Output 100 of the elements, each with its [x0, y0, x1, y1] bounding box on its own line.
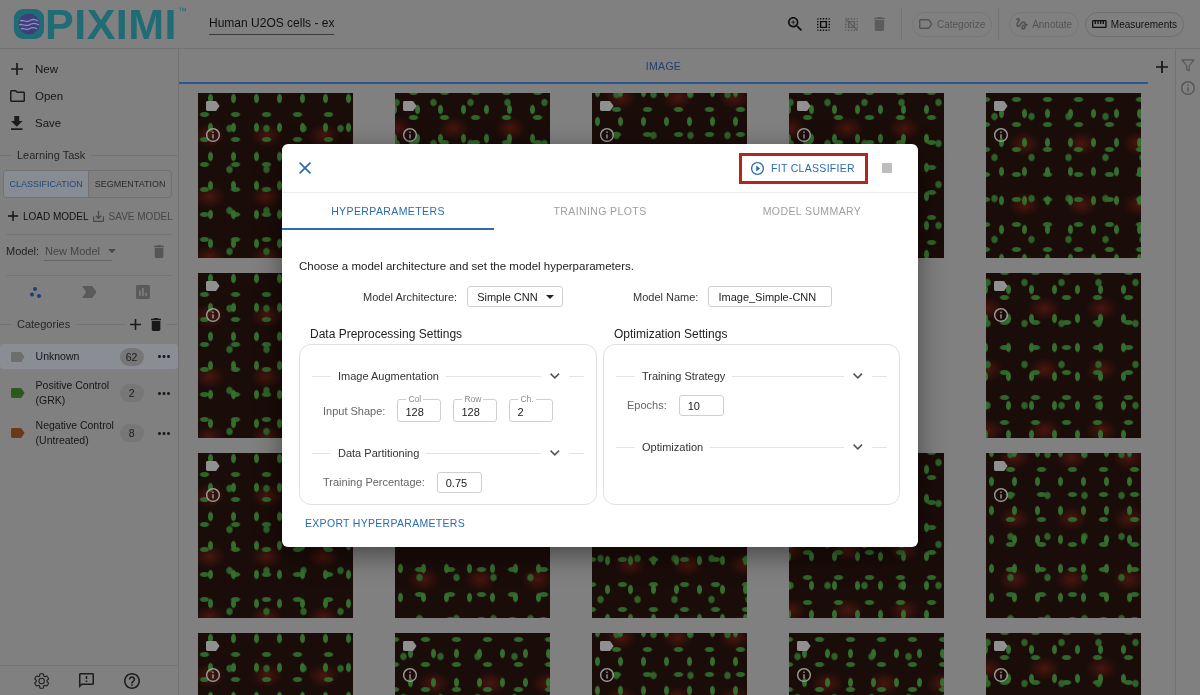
menu-item[interactable]: Open — [0, 82, 178, 109]
settings-icon — [34, 672, 50, 689]
chevron-down-icon — [853, 444, 863, 450]
dialog-tab[interactable]: TRAINING PLOTS — [494, 193, 706, 230]
section-title: Image Augmentation — [338, 370, 439, 382]
export-hyperparameters-link[interactable]: EXPORT HYPERPARAMETERS — [303, 513, 468, 533]
section-title: Training Strategy — [642, 370, 726, 382]
more-button[interactable] — [156, 389, 172, 397]
feedback-button[interactable] — [77, 671, 97, 690]
chevron-down-icon — [853, 373, 863, 379]
add-category-button[interactable] — [127, 316, 143, 332]
image-tab[interactable]: IMAGE — [179, 49, 1148, 84]
bar-chart-icon — [136, 285, 150, 299]
info-icon[interactable] — [206, 668, 220, 682]
help-button[interactable] — [122, 670, 143, 691]
info-icon[interactable] — [403, 668, 417, 682]
feedback-icon — [79, 673, 95, 688]
tag-icon — [994, 461, 1008, 471]
caret-icon — [108, 248, 117, 253]
expand-button[interactable] — [851, 442, 865, 452]
select-all-icon — [816, 17, 830, 31]
image-thumbnail[interactable] — [986, 93, 1141, 258]
task-toggle-button[interactable]: CLASSIFICATION — [4, 171, 89, 197]
dialog-tab[interactable]: HYPERPARAMETERS — [282, 193, 494, 230]
section-label: Learning Task — [16, 149, 87, 161]
info-icon[interactable] — [994, 308, 1008, 322]
delete-icon — [153, 244, 164, 258]
architecture-select[interactable]: Simple CNN — [467, 286, 563, 307]
expand-button[interactable] — [851, 371, 865, 381]
category-item[interactable]: Unknown 62 — [0, 344, 178, 369]
section-title: Optimization — [642, 441, 704, 453]
number-input-field[interactable]: Row 128 — [453, 395, 498, 422]
info-icon[interactable] — [206, 488, 220, 502]
settings-heading: Optimization Settings — [613, 327, 729, 341]
tag-icon — [206, 101, 220, 111]
number-input-field[interactable]: 10 — [678, 395, 724, 416]
info-icon[interactable] — [994, 128, 1008, 142]
task-toggle-button[interactable]: SEGMENTATION — [88, 171, 171, 197]
tag-icon — [797, 641, 811, 651]
number-input-field[interactable]: 0.75 — [436, 472, 482, 493]
logo-icon — [14, 9, 44, 39]
fit-classifier-button[interactable]: FIT CLASSIFIER — [739, 152, 868, 184]
load-model-button[interactable]: LOAD MODEL — [6, 206, 91, 226]
architecture-label: Model Architecture: — [363, 290, 458, 303]
image-count-badge: 62 — [119, 347, 144, 366]
info-icon[interactable] — [797, 128, 811, 142]
scatter-plot-icon — [29, 286, 41, 298]
tag-icon — [206, 461, 220, 471]
tag-icon — [206, 281, 220, 291]
chevron-down-icon — [550, 373, 560, 379]
download-icon — [11, 115, 23, 130]
project-name-field[interactable]: Human U2OS cells - ex — [209, 13, 335, 35]
squiggle-icon — [1016, 18, 1029, 30]
deselect-icon — [844, 17, 858, 31]
section-label: Categories — [16, 318, 72, 330]
tag-icon — [600, 641, 614, 651]
menu-item[interactable]: Save — [0, 109, 178, 136]
delete-category-button[interactable] — [148, 315, 163, 333]
expand-button[interactable] — [548, 371, 562, 381]
number-input-field[interactable]: Ch. 2 — [509, 395, 554, 422]
close-icon — [299, 162, 311, 174]
model-name-label: Model Name: — [633, 290, 699, 303]
tag-icon — [403, 101, 417, 111]
caret-icon — [545, 294, 554, 299]
info-icon[interactable] — [600, 128, 614, 142]
info-icon[interactable] — [994, 488, 1008, 502]
info-icon[interactable] — [994, 668, 1008, 682]
more-button[interactable] — [156, 353, 172, 360]
chevron-tag-icon — [81, 286, 97, 298]
more-button[interactable] — [156, 429, 172, 437]
tag-icon — [206, 641, 220, 651]
image-count-badge: 2 — [119, 384, 144, 402]
image-count-badge: 8 — [119, 424, 144, 442]
filter-icon — [1181, 59, 1195, 72]
close-button[interactable] — [297, 160, 313, 176]
dialog-tab[interactable]: MODEL SUMMARY — [706, 193, 918, 230]
menu-item[interactable]: New — [0, 55, 178, 82]
ruler-icon — [1092, 20, 1107, 28]
model-label: Model: — [6, 245, 40, 257]
category-item[interactable]: Positive Control (GRK) 2 — [0, 377, 178, 409]
info-icon[interactable] — [600, 668, 614, 682]
image-thumbnail[interactable] — [986, 273, 1141, 438]
info-icon[interactable] — [206, 128, 220, 142]
tag-icon — [994, 641, 1008, 651]
info-icon[interactable] — [403, 128, 417, 142]
category-item[interactable]: Negative Control (Untreated) 8 — [0, 417, 178, 449]
info-icon[interactable] — [206, 308, 220, 322]
download-icon — [92, 210, 104, 222]
logo-text: PIXIMI — [45, 4, 178, 44]
model-name-field[interactable]: Image_Simple-CNN — [708, 286, 833, 307]
settings-heading: Data Preprocessing Settings — [309, 327, 464, 341]
settings-button[interactable] — [32, 670, 52, 691]
image-thumbnail[interactable] — [986, 453, 1141, 618]
expand-button[interactable] — [548, 448, 562, 458]
number-input-field[interactable]: Col 128 — [397, 395, 442, 422]
category-name: Positive Control (GRK) — [35, 378, 111, 408]
tag-icon — [600, 101, 614, 111]
category-name: Unknown — [35, 349, 81, 364]
tag-icon — [403, 641, 417, 651]
info-icon[interactable] — [797, 668, 811, 682]
